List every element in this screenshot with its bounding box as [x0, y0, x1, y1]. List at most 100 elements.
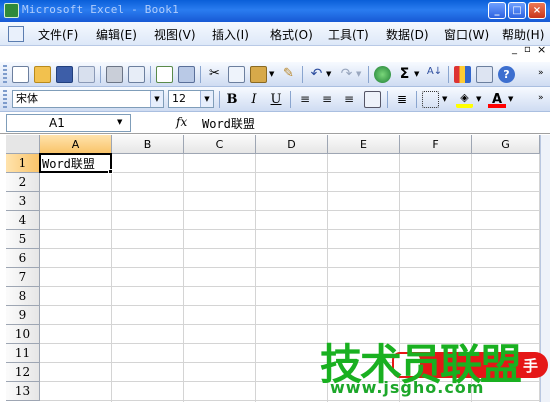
- bold-button[interactable]: B: [223, 91, 241, 108]
- workbook-icon[interactable]: [8, 26, 24, 42]
- borders-dropdown-icon[interactable]: ▼: [442, 95, 447, 103]
- close-button[interactable]: ×: [528, 2, 546, 19]
- row-header-8[interactable]: 8: [6, 287, 40, 306]
- permission-icon[interactable]: [78, 66, 95, 83]
- redo-dropdown-icon[interactable]: ▼: [356, 70, 361, 78]
- research-icon[interactable]: [178, 66, 195, 83]
- font-size-select[interactable]: 12 ▼: [168, 90, 214, 108]
- row-gridline: [40, 400, 540, 401]
- borders-icon[interactable]: [422, 91, 439, 108]
- menu-data[interactable]: 数据(D): [386, 26, 429, 43]
- chevron-down-icon[interactable]: ▼: [200, 91, 213, 107]
- font-name-select[interactable]: 宋体 ▼: [12, 90, 164, 108]
- new-icon[interactable]: [12, 66, 29, 83]
- title-bar: Microsoft Excel - Book1 _ □ ×: [0, 0, 550, 22]
- maximize-button[interactable]: □: [508, 2, 526, 19]
- menu-tools[interactable]: 工具(T): [328, 26, 369, 43]
- row-header-7[interactable]: 7: [6, 268, 40, 287]
- chart-wizard-icon[interactable]: [454, 66, 471, 83]
- insert-function-icon[interactable]: fx: [176, 115, 187, 129]
- column-header-f[interactable]: F: [400, 135, 472, 154]
- row-header-2[interactable]: 2: [6, 173, 40, 192]
- column-header-e[interactable]: E: [328, 135, 400, 154]
- align-left-icon[interactable]: ≡: [296, 91, 314, 108]
- font-color-icon[interactable]: A: [488, 91, 506, 108]
- row-header-5[interactable]: 5: [6, 230, 40, 249]
- column-header-g[interactable]: G: [472, 135, 540, 154]
- menu-help[interactable]: 帮助(H): [502, 26, 544, 43]
- menu-window[interactable]: 窗口(W): [444, 26, 489, 43]
- print-preview-icon[interactable]: [128, 66, 145, 83]
- menu-format[interactable]: 格式(O): [270, 26, 313, 43]
- help-icon[interactable]: ?: [498, 66, 515, 83]
- row-header-1[interactable]: 1: [6, 154, 40, 173]
- row-gridline: [40, 305, 540, 306]
- indent-icon[interactable]: ≣: [393, 91, 411, 108]
- toolbar-options-icon[interactable]: »: [538, 93, 544, 103]
- autosum-icon[interactable]: Σ: [396, 66, 413, 83]
- spelling-icon[interactable]: [156, 66, 173, 83]
- sort-ascending-icon[interactable]: A↓: [426, 66, 443, 83]
- drawing-icon[interactable]: [476, 66, 493, 83]
- print-icon[interactable]: [106, 66, 123, 83]
- row-gridline: [40, 172, 540, 173]
- column-header-b[interactable]: B: [112, 135, 184, 154]
- paste-icon[interactable]: [250, 66, 267, 83]
- menu-insert[interactable]: 插入(I): [212, 26, 249, 43]
- name-box-value: A1: [49, 116, 65, 130]
- row-header-4[interactable]: 4: [6, 211, 40, 230]
- toolbar-options-icon[interactable]: »: [538, 68, 544, 78]
- row-header-11[interactable]: 11: [6, 344, 40, 363]
- chevron-down-icon[interactable]: ▼: [117, 118, 122, 126]
- name-box[interactable]: A1 ▼: [6, 114, 131, 132]
- row-header-13[interactable]: 13: [6, 382, 40, 401]
- doc-restore-icon[interactable]: ▫: [524, 44, 531, 55]
- menu-file[interactable]: 文件(F): [38, 26, 78, 43]
- formatting-toolbar: 宋体 ▼ 12 ▼ B I U ≡ ≡ ≡ ≣ ▼ ◈ ▼ A ▼ »: [0, 87, 550, 112]
- italic-button[interactable]: I: [245, 91, 263, 108]
- doc-close-icon[interactable]: ×: [537, 43, 546, 56]
- autosum-dropdown-icon[interactable]: ▼: [414, 70, 419, 78]
- save-icon[interactable]: [56, 66, 73, 83]
- menu-view[interactable]: 视图(V): [154, 26, 196, 43]
- format-painter-icon[interactable]: ✎: [280, 66, 297, 83]
- undo-icon[interactable]: ↶: [308, 66, 325, 83]
- column-header-c[interactable]: C: [184, 135, 256, 154]
- row-header-10[interactable]: 10: [6, 325, 40, 344]
- column-header-a[interactable]: A: [40, 135, 112, 154]
- toolbar-separator: [219, 91, 220, 108]
- cut-icon[interactable]: ✂: [206, 66, 223, 83]
- chevron-down-icon[interactable]: ▼: [150, 91, 163, 107]
- open-icon[interactable]: [34, 66, 51, 83]
- redo-icon[interactable]: ↷: [338, 66, 355, 83]
- toolbar-separator: [100, 66, 101, 83]
- watermark-badge-text: 手: [522, 357, 538, 375]
- doc-minimize-icon[interactable]: _: [512, 44, 517, 55]
- align-right-icon[interactable]: ≡: [340, 91, 358, 108]
- menu-edit[interactable]: 编辑(E): [96, 26, 137, 43]
- fill-color-icon[interactable]: ◈: [456, 91, 473, 108]
- select-all-corner[interactable]: [6, 135, 40, 154]
- row-header-9[interactable]: 9: [6, 306, 40, 325]
- row-header-12[interactable]: 12: [6, 363, 40, 382]
- row-header-3[interactable]: 3: [6, 192, 40, 211]
- column-header-d[interactable]: D: [256, 135, 328, 154]
- toolbar-grip[interactable]: [3, 65, 7, 84]
- fill-handle[interactable]: [108, 169, 113, 174]
- align-center-icon[interactable]: ≡: [318, 91, 336, 108]
- row-gridline: [40, 191, 540, 192]
- formula-input[interactable]: Word联盟: [202, 115, 255, 132]
- fill-color-dropdown-icon[interactable]: ▼: [476, 95, 481, 103]
- minimize-button[interactable]: _: [488, 2, 506, 19]
- row-header-6[interactable]: 6: [6, 249, 40, 268]
- toolbar-separator: [448, 66, 449, 83]
- underline-button[interactable]: U: [267, 91, 285, 108]
- hyperlink-icon[interactable]: [374, 66, 391, 83]
- undo-dropdown-icon[interactable]: ▼: [326, 70, 331, 78]
- paste-dropdown-icon[interactable]: ▼: [269, 70, 274, 78]
- merge-center-icon[interactable]: [364, 91, 381, 108]
- font-color-dropdown-icon[interactable]: ▼: [508, 95, 513, 103]
- row-gridline: [40, 286, 540, 287]
- copy-icon[interactable]: [228, 66, 245, 83]
- toolbar-grip[interactable]: [3, 90, 7, 109]
